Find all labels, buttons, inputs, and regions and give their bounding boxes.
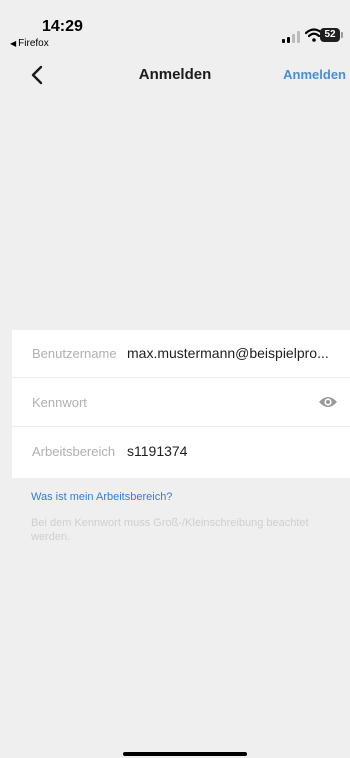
password-row[interactable]: Kennwort <box>12 379 350 427</box>
password-label: Kennwort <box>32 395 87 410</box>
username-label: Benutzername <box>32 346 117 361</box>
password-case-note: Bei dem Kennwort muss Groß-/Kleinschreib… <box>31 517 309 543</box>
login-form: Benutzername max.mustermann@beispielpro.… <box>12 330 350 478</box>
home-indicator[interactable] <box>123 752 247 756</box>
eye-icon[interactable] <box>318 395 338 409</box>
workspace-row[interactable]: Arbeitsbereich s1191374 <box>12 428 350 476</box>
signal-icon <box>282 31 302 43</box>
username-field[interactable]: max.mustermann@beispielpro... <box>127 345 329 361</box>
status-bar: 14:29 ◀ Firefox 52 <box>0 0 350 52</box>
back-to-app-link[interactable]: ◀ Firefox <box>10 38 49 49</box>
back-app-label: Firefox <box>18 38 49 49</box>
workspace-label: Arbeitsbereich <box>32 444 116 459</box>
navigation-bar: Anmelden Anmelden <box>0 52 350 96</box>
workspace-field[interactable]: s1191374 <box>127 443 187 459</box>
back-triangle-icon: ◀ <box>10 39 17 48</box>
workspace-help-link[interactable]: Was ist mein Arbeitsbereich? <box>31 491 172 503</box>
battery-icon: 52 <box>320 28 344 42</box>
sign-in-button[interactable]: Anmelden <box>283 67 346 82</box>
chevron-left-icon[interactable] <box>28 64 48 86</box>
status-time: 14:29 <box>42 18 83 35</box>
battery-level: 52 <box>320 28 340 42</box>
username-row[interactable]: Benutzername max.mustermann@beispielpro.… <box>12 330 350 378</box>
